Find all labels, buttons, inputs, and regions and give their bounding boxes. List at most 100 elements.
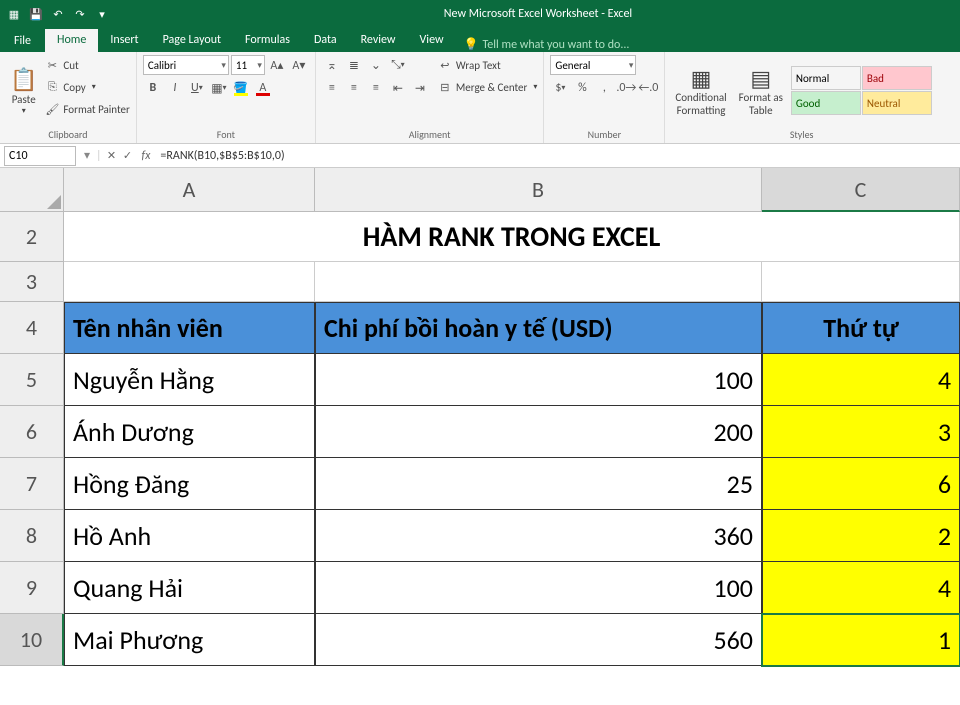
paste-button[interactable]: 📋 Paste ▾ [6, 55, 41, 126]
row-header-9[interactable]: 9 [0, 562, 64, 614]
number-format-select[interactable]: General [550, 55, 636, 75]
cell-a3[interactable] [64, 262, 315, 302]
style-neutral[interactable]: Neutral [862, 91, 932, 115]
row-header-10[interactable]: 10 [0, 614, 64, 666]
tab-view[interactable]: View [408, 29, 456, 52]
column-header-a[interactable]: A [64, 168, 315, 212]
tab-insert[interactable]: Insert [98, 29, 150, 52]
merge-label: Merge & Center [456, 81, 528, 94]
name-box-dropdown-icon[interactable]: ▾ [80, 148, 94, 163]
fill-color-button[interactable]: 🪣 [231, 78, 251, 98]
border-button[interactable]: ▦▾ [209, 78, 229, 98]
cut-button[interactable]: ✂Cut [45, 55, 129, 75]
tell-me[interactable]: 💡 Tell me what you want to do... [456, 37, 630, 52]
cell-b3[interactable] [315, 262, 762, 302]
italic-button[interactable]: I [165, 78, 185, 98]
cell-rank-active[interactable]: 1 [762, 614, 960, 666]
merge-center-button[interactable]: ⊟Merge & Center▾ [438, 77, 538, 97]
enter-formula-icon[interactable]: ✓ [120, 149, 136, 162]
format-as-table-button[interactable]: ▤ Format as Table [735, 62, 787, 118]
comma-format-icon[interactable]: , [594, 78, 614, 98]
cell-name[interactable]: Hồng Đăng [64, 458, 315, 510]
conditional-formatting-button[interactable]: ▦ Conditional Formatting [671, 62, 730, 118]
copy-button[interactable]: ⎘Copy▾ [45, 77, 129, 97]
row-header-3[interactable]: 3 [0, 262, 64, 302]
increase-decimal-icon[interactable]: .0→ [616, 78, 636, 98]
worksheet-grid[interactable]: A B C 2 HÀM RANK TRONG EXCEL 3 4 Tên nhâ… [0, 168, 960, 666]
cell-cost[interactable]: 100 [315, 354, 762, 406]
cell-cost[interactable]: 360 [315, 510, 762, 562]
cell-rank[interactable]: 3 [762, 406, 960, 458]
format-painter-button[interactable]: 🖌Format Painter [45, 99, 129, 119]
tab-file[interactable]: File [0, 30, 45, 52]
cell-cost[interactable]: 100 [315, 562, 762, 614]
column-header-b[interactable]: B [315, 168, 762, 212]
tab-page-layout[interactable]: Page Layout [151, 29, 233, 52]
cancel-formula-icon[interactable]: ✕ [104, 149, 120, 162]
cell-cost[interactable]: 25 [315, 458, 762, 510]
cell-c3[interactable] [762, 262, 960, 302]
title-cell[interactable]: HÀM RANK TRONG EXCEL [64, 212, 960, 262]
undo-icon[interactable]: ↶ [50, 6, 66, 22]
cell-name[interactable]: Ánh Dương [64, 406, 315, 458]
increase-indent-icon[interactable]: ⇥ [410, 78, 430, 98]
redo-icon[interactable]: ↷ [72, 6, 88, 22]
header-cost[interactable]: Chi phí bồi hoàn y tế (USD) [315, 302, 762, 354]
group-label-clipboard: Clipboard [6, 126, 130, 141]
fx-icon[interactable]: fx [136, 149, 157, 163]
accounting-format-icon[interactable]: $▾ [550, 78, 570, 98]
column-header-c[interactable]: C [762, 168, 960, 212]
align-bottom-icon[interactable]: ⌄ [366, 55, 386, 75]
qat-customize-icon[interactable]: ▾ [94, 6, 110, 22]
align-top-icon[interactable]: ⌅ [322, 55, 342, 75]
cell-name[interactable]: Quang Hải [64, 562, 315, 614]
tab-formulas[interactable]: Formulas [233, 29, 302, 52]
select-all-corner[interactable] [0, 168, 64, 212]
decrease-indent-icon[interactable]: ⇤ [388, 78, 408, 98]
cell-cost[interactable]: 560 [315, 614, 762, 666]
row-header-2[interactable]: 2 [0, 212, 64, 262]
cell-rank[interactable]: 2 [762, 510, 960, 562]
style-bad[interactable]: Bad [862, 66, 932, 90]
font-name-select[interactable]: Calibri [143, 55, 229, 75]
cell-rank[interactable]: 6 [762, 458, 960, 510]
wrap-text-button[interactable]: ↩Wrap Text [438, 55, 538, 75]
bold-button[interactable]: B [143, 78, 163, 98]
header-rank[interactable]: Thứ tự [762, 302, 960, 354]
save-icon[interactable]: 💾 [28, 6, 44, 22]
align-right-icon[interactable]: ≡ [366, 78, 386, 98]
style-good[interactable]: Good [791, 91, 861, 115]
tab-home[interactable]: Home [45, 29, 98, 52]
cell-name[interactable]: Hồ Anh [64, 510, 315, 562]
font-size-select[interactable]: 11 [231, 55, 265, 75]
row-header-7[interactable]: 7 [0, 458, 64, 510]
style-normal[interactable]: Normal [791, 66, 861, 90]
align-center-icon[interactable]: ≡ [344, 78, 364, 98]
cell-cost[interactable]: 200 [315, 406, 762, 458]
tab-review[interactable]: Review [349, 29, 408, 52]
row-header-8[interactable]: 8 [0, 510, 64, 562]
cell-styles-gallery[interactable]: Normal Bad Good Neutral [791, 66, 932, 115]
orientation-icon[interactable]: ⤡▾ [388, 55, 408, 75]
cell-rank[interactable]: 4 [762, 354, 960, 406]
align-middle-icon[interactable]: ≣ [344, 55, 364, 75]
header-name[interactable]: Tên nhân viên [64, 302, 315, 354]
row-header-6[interactable]: 6 [0, 406, 64, 458]
font-color-button[interactable]: A [253, 78, 273, 98]
row-header-5[interactable]: 5 [0, 354, 64, 406]
cell-name[interactable]: Mai Phương [64, 614, 315, 666]
name-box[interactable]: C10 [4, 146, 76, 166]
underline-button[interactable]: U▾ [187, 78, 207, 98]
align-left-icon[interactable]: ≡ [322, 78, 342, 98]
tab-data[interactable]: Data [302, 29, 349, 52]
row-header-4[interactable]: 4 [0, 302, 64, 354]
cell-rank[interactable]: 4 [762, 562, 960, 614]
decrease-font-icon[interactable]: A▾ [289, 55, 309, 75]
ribbon-tabs: File Home Insert Page Layout Formulas Da… [0, 28, 960, 52]
decrease-decimal-icon[interactable]: ←.0 [638, 78, 658, 98]
cell-name[interactable]: Nguyễn Hằng [64, 354, 315, 406]
percent-format-icon[interactable]: % [572, 78, 592, 98]
increase-font-icon[interactable]: A▴ [267, 55, 287, 75]
formula-input[interactable]: =RANK(B10,$B$5:B$10,0) [156, 149, 960, 163]
chevron-down-icon: ▾ [531, 82, 537, 92]
